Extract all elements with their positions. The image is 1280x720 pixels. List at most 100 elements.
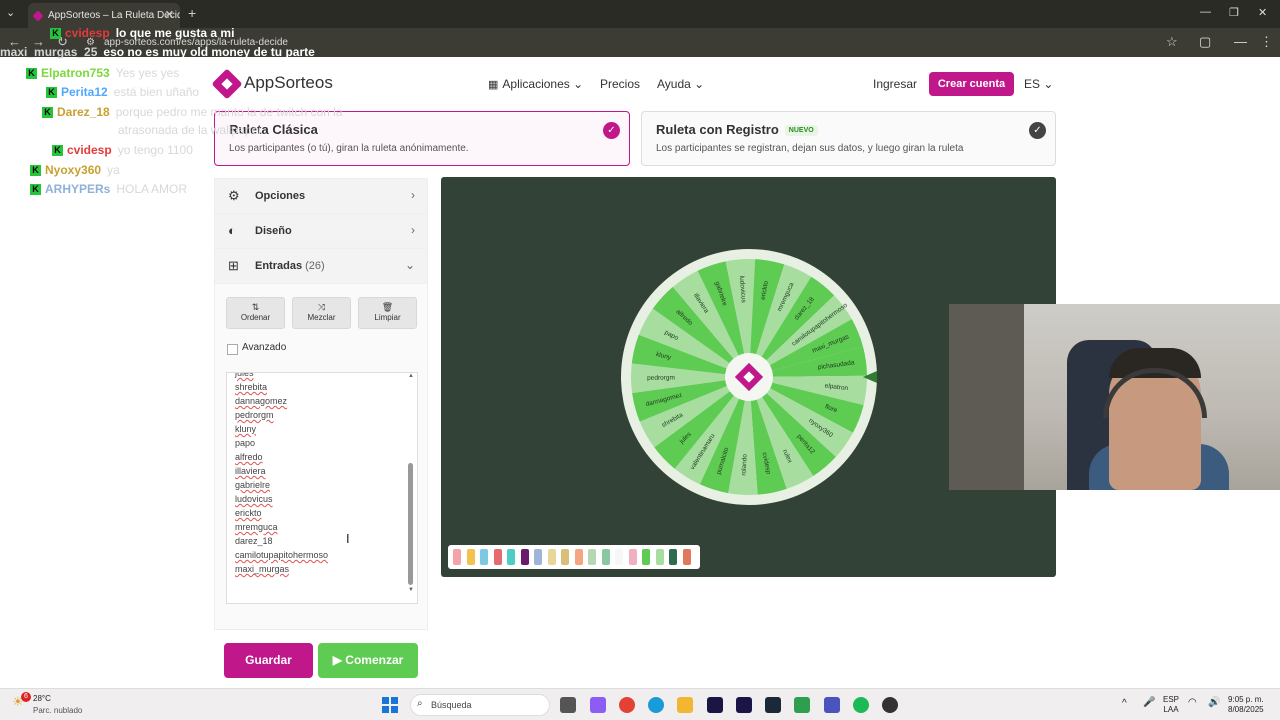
weather-temp[interactable]: 28°C	[33, 694, 51, 703]
palette-swatch[interactable]	[453, 549, 461, 565]
shuffle-icon: ⤨	[317, 302, 326, 312]
trash-icon: 🗑	[381, 302, 394, 312]
entries-textarea[interactable]: jules shrebita dannagomez pedrorgm kluny papo…	[226, 372, 418, 604]
kick-badge-icon: K	[30, 165, 41, 177]
signup-button[interactable]: Crear cuenta	[929, 72, 1014, 96]
palette-swatch[interactable]	[574, 549, 583, 565]
accordion-diseno[interactable]: ◐ Diseño ›	[215, 214, 427, 249]
scroll-down-icon[interactable]: ▼	[408, 587, 414, 593]
chat-username: Nyoxy360	[45, 163, 102, 177]
task-view-icon[interactable]	[560, 697, 576, 713]
tab-close-icon[interactable]: ✕	[165, 3, 174, 28]
nav-precios[interactable]: Precios	[600, 77, 640, 91]
browser-tab[interactable]: AppSorteos – La Ruleta Decide ✕	[28, 3, 180, 28]
palette-icon: ◐	[228, 223, 236, 238]
site-header: AppSorteos ▦ Aplicaciones ⌄ Precios Ayuda…	[0, 57, 1268, 109]
sidebar-icon[interactable]: —	[1234, 34, 1247, 49]
color-palette	[448, 545, 700, 569]
audition-icon[interactable]	[736, 697, 752, 713]
palette-swatch[interactable]	[493, 549, 502, 565]
gear-icon: ⚙	[228, 188, 240, 203]
palette-swatch[interactable]	[669, 549, 677, 565]
palette-swatch[interactable]	[628, 549, 637, 565]
favicon-icon	[32, 10, 44, 22]
entry-item: gabrielre	[235, 480, 271, 490]
palette-swatch[interactable]	[682, 549, 691, 565]
accordion-opciones[interactable]: ⚙ Opciones ›	[215, 179, 427, 214]
start-button[interactable]: ▶ Comenzar	[318, 643, 418, 678]
new-tab-icon[interactable]: +	[188, 5, 196, 21]
accordion-entradas[interactable]: ⊞ Entradas (26) ⌄	[215, 249, 427, 284]
shuffle-button[interactable]: ⤨ Mezclar	[292, 297, 351, 329]
back-icon[interactable]: ←	[8, 34, 21, 49]
language-indicator[interactable]: ESP LAA	[1163, 695, 1179, 715]
spotify-icon[interactable]	[853, 697, 869, 713]
wheel-label: pedrorgm	[647, 374, 675, 381]
save-button[interactable]: Guardar	[224, 643, 313, 678]
premiere-icon[interactable]	[707, 697, 723, 713]
palette-swatch[interactable]	[507, 549, 515, 565]
login-link[interactable]: Ingresar	[873, 77, 917, 91]
clear-button[interactable]: 🗑 Limpiar	[358, 297, 417, 329]
palette-swatch[interactable]	[601, 549, 610, 565]
palette-swatch[interactable]	[547, 549, 556, 565]
palette-swatch[interactable]	[615, 549, 623, 565]
tray-chevron-icon[interactable]: ^	[1122, 699, 1127, 709]
reload-icon[interactable]: ↻	[57, 34, 68, 50]
palette-swatch[interactable]	[520, 549, 529, 565]
nav-aplicaciones[interactable]: ▦ Aplicaciones ⌄	[488, 77, 583, 91]
steam-icon[interactable]	[765, 697, 781, 713]
language-select[interactable]: ES ⌄	[1024, 77, 1053, 91]
chrome-icon[interactable]	[619, 697, 635, 713]
advanced-checkbox[interactable]	[227, 344, 238, 355]
forward-icon[interactable]: →	[32, 34, 45, 49]
mode-card-classic[interactable]: Ruleta Clásica Los participantes (o tú),…	[214, 111, 630, 166]
palette-swatch[interactable]	[466, 549, 475, 565]
close-window-icon[interactable]: ✕	[1258, 6, 1267, 19]
minimize-icon[interactable]: —	[1200, 6, 1211, 18]
palette-swatch[interactable]	[480, 549, 488, 565]
edge-icon[interactable]	[648, 697, 664, 713]
obs-icon[interactable]	[882, 697, 898, 713]
bookmark-star-icon[interactable]: ☆	[1166, 34, 1178, 50]
menu-icon[interactable]: ⋮	[1260, 34, 1273, 50]
wifi-icon[interactable]: ◠	[1188, 698, 1197, 708]
extensions-icon[interactable]: ▢	[1199, 34, 1211, 50]
palette-swatch[interactable]	[655, 549, 664, 565]
grid-icon: ▦	[488, 79, 499, 91]
palette-swatch[interactable]	[588, 549, 596, 565]
volume-icon[interactable]: 🔊	[1208, 698, 1220, 708]
mode-title: Ruleta Clásica	[229, 122, 318, 137]
scrollbar-thumb[interactable]	[408, 463, 413, 585]
clock[interactable]: 9:05 p. m. 8/08/2025	[1228, 695, 1264, 715]
file-explorer-icon[interactable]	[677, 697, 693, 713]
site-info-icon[interactable]: ⚙	[86, 37, 95, 48]
logo-text[interactable]: AppSorteos	[244, 73, 333, 93]
palette-swatch[interactable]	[534, 549, 542, 565]
wheel-label: rolando	[741, 453, 749, 475]
app-icon[interactable]	[794, 697, 810, 713]
taskbar-search[interactable]: ⌕ Búsqueda	[410, 694, 550, 716]
url-field[interactable]: app-sorteos.com/es/apps/la-ruleta-decide	[104, 37, 288, 48]
text-cursor-icon: I	[346, 531, 350, 546]
palette-swatch[interactable]	[561, 549, 569, 565]
microphone-icon[interactable]: 🎤	[1143, 698, 1155, 708]
windows-start-icon[interactable]	[382, 697, 398, 713]
palette-swatch[interactable]	[642, 549, 650, 565]
tab-title: AppSorteos – La Ruleta Decide	[48, 10, 180, 21]
mode-card-register[interactable]: Ruleta con Registro NUEVO Los participant…	[641, 111, 1056, 166]
browser-tab-bar: ⌄ AppSorteos – La Ruleta Decide ✕ + — ❐ …	[0, 0, 1280, 28]
scroll-up-icon[interactable]: ▲	[408, 373, 414, 379]
chevron-right-icon: ›	[411, 188, 415, 202]
sort-button[interactable]: ⇅ Ordenar	[226, 297, 285, 329]
nav-ayuda[interactable]: Ayuda ⌄	[657, 77, 704, 91]
check-icon: ✓	[603, 122, 620, 139]
maximize-icon[interactable]: ❐	[1229, 6, 1239, 19]
chat-username: ARHYPERs	[45, 182, 111, 196]
tab-search-icon[interactable]: ⌄	[6, 6, 15, 19]
copilot-icon[interactable]	[590, 697, 606, 713]
roulette-wheel[interactable]: pichasudadaelpatronflorenyoxy360perita12…	[619, 247, 879, 507]
teams-icon[interactable]	[824, 697, 840, 713]
entry-item: dannagomez	[235, 396, 288, 406]
entry-item: maxi_murgas	[235, 564, 290, 574]
